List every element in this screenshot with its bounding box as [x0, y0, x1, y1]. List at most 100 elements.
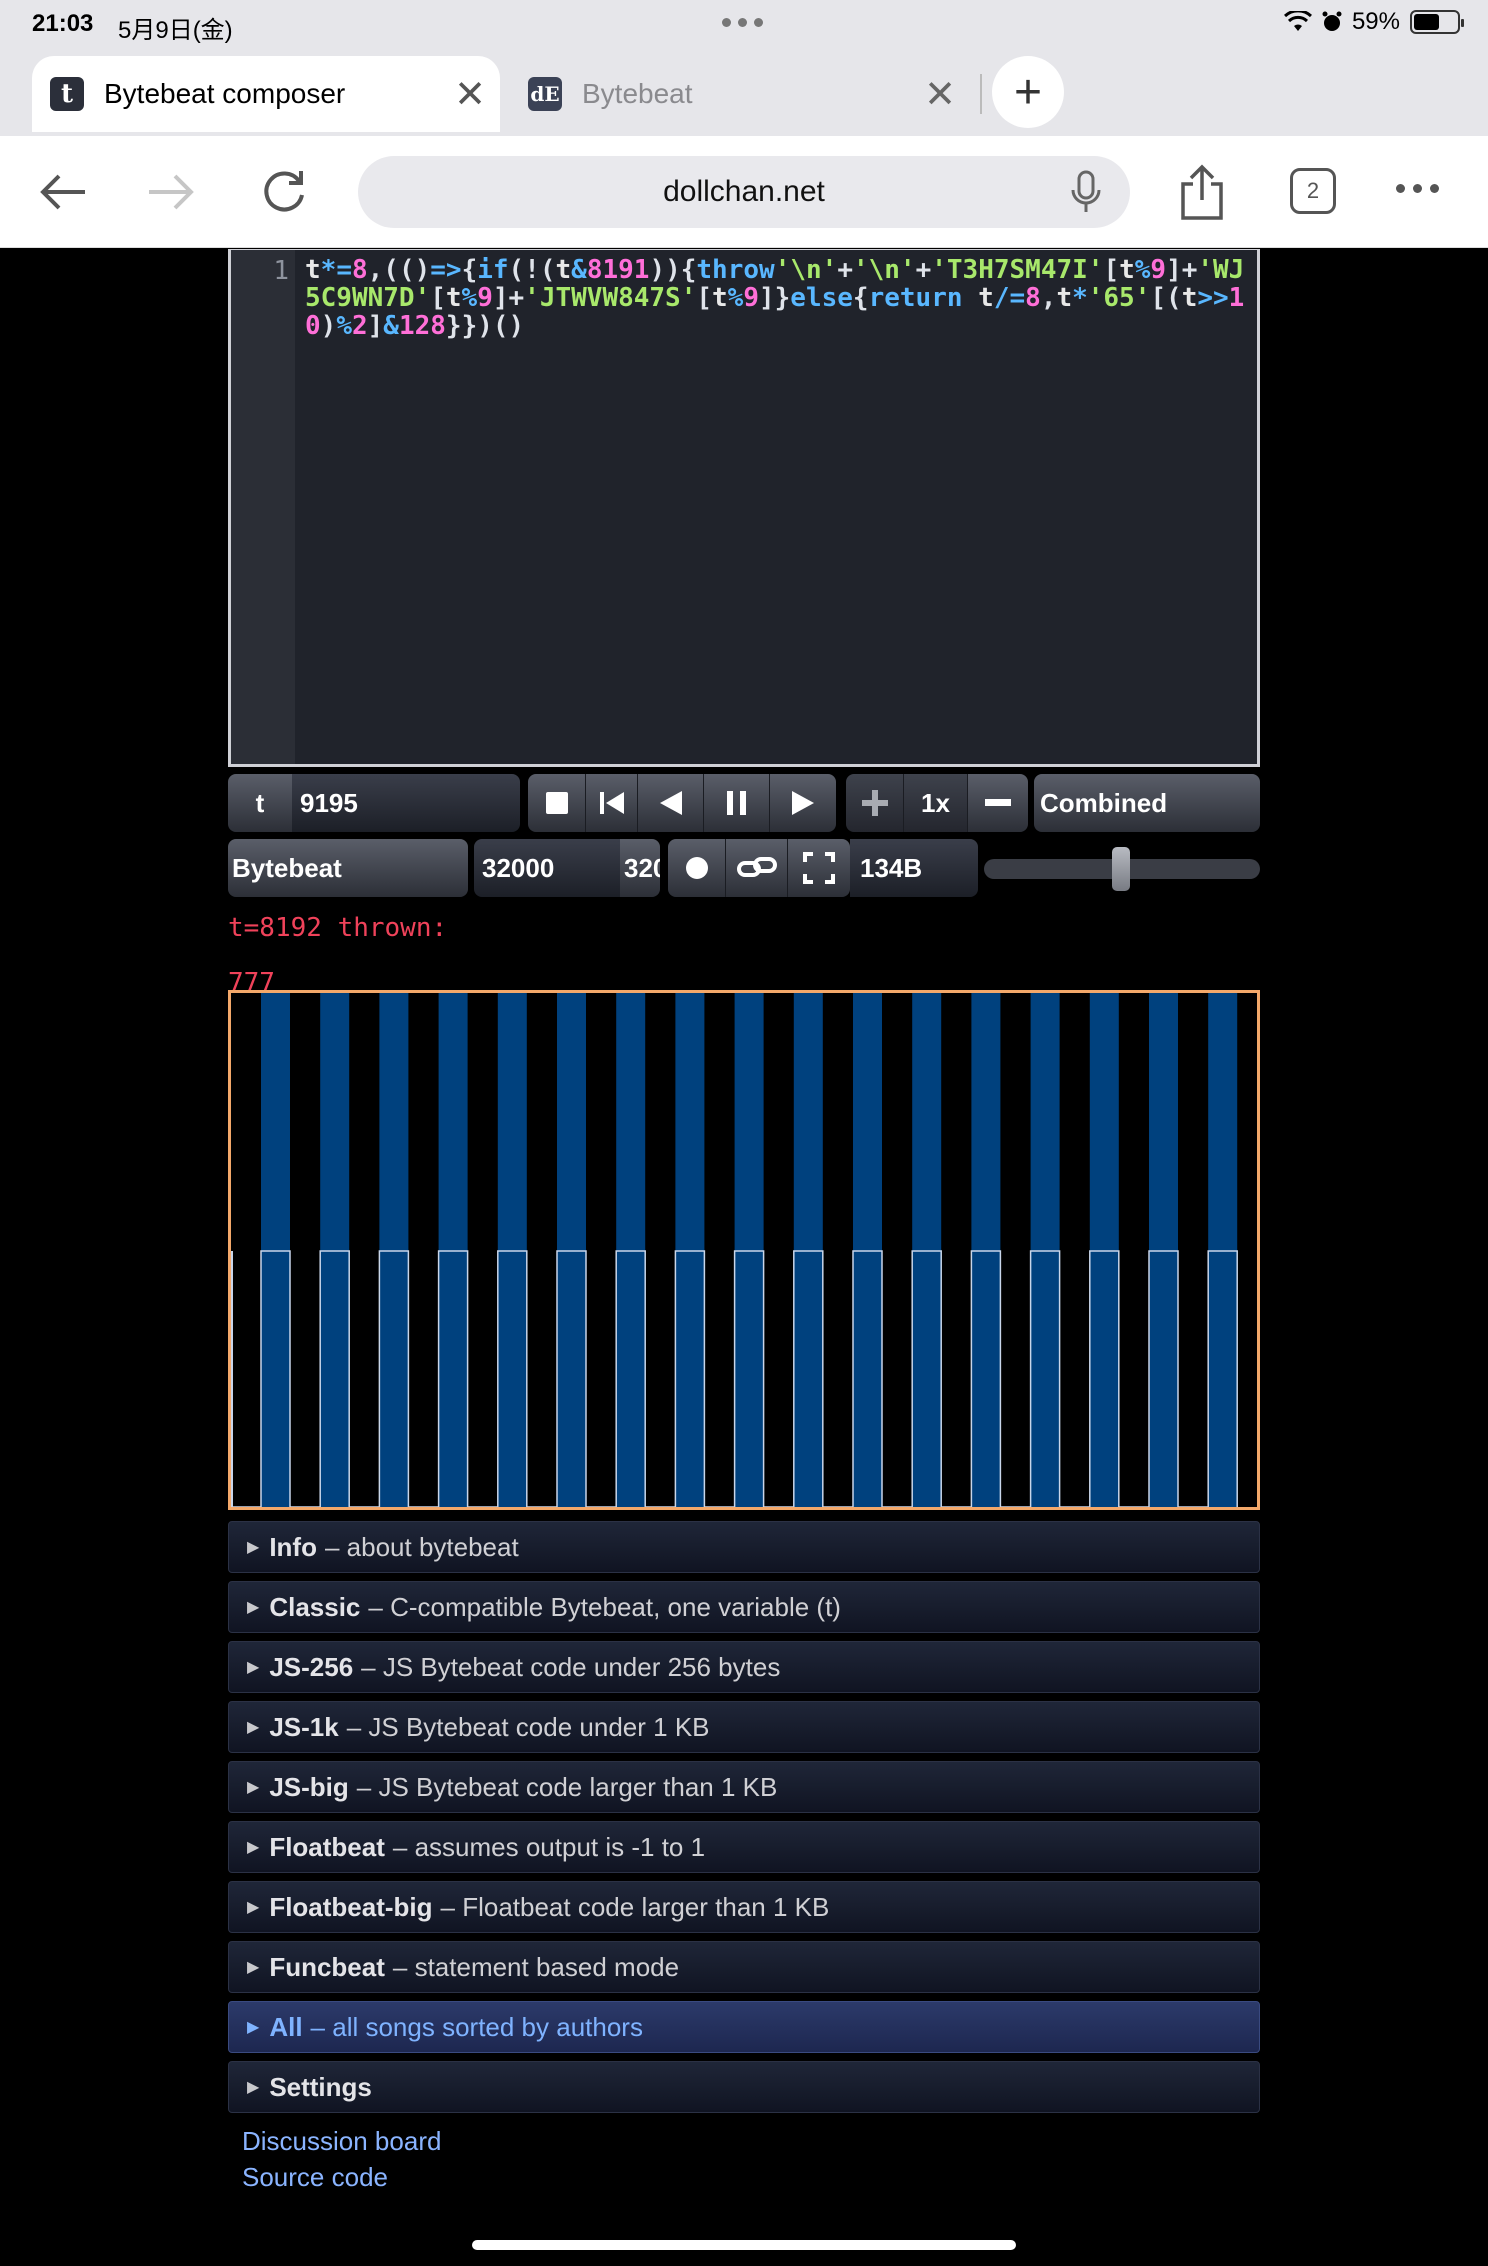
disclosure-triangle-icon: ▶: [247, 1719, 260, 1736]
waveform-graph: [231, 993, 1238, 1507]
microphone-icon[interactable]: [1066, 170, 1106, 214]
skip-back-icon: [599, 792, 624, 814]
display-mode-select[interactable]: Combined: [1034, 774, 1260, 832]
reload-button[interactable]: [254, 162, 314, 222]
play-icon: [792, 791, 814, 815]
section-funcbeat[interactable]: ▶ Funcbeat – statement based mode: [228, 1941, 1260, 1993]
fullscreen-button[interactable]: [788, 839, 850, 897]
waveform-column: [497, 993, 527, 1507]
battery-icon: [1410, 10, 1464, 34]
source-code-link[interactable]: Source code: [242, 2159, 441, 2195]
section-name: Classic: [269, 1591, 361, 1622]
waveform-column: [1208, 993, 1238, 1507]
play-backward-button[interactable]: [638, 774, 704, 832]
section-description: – about bytebeat: [324, 1531, 519, 1562]
section-floatbeat-big[interactable]: ▶ Floatbeat-big – Floatbeat code larger th…: [228, 1881, 1260, 1933]
waveform-column: [1089, 993, 1119, 1507]
section-js-256[interactable]: ▶ JS-256– JS Bytebeat code under 256 byte…: [228, 1641, 1260, 1693]
waveform-column: [734, 993, 764, 1507]
section-name: All: [269, 2011, 303, 2042]
time-input[interactable]: 9195: [292, 774, 520, 832]
code-text[interactable]: t*=8,(()=>{if(!(t&8191)){throw'\n'+'\n'+…: [305, 256, 1255, 340]
section-description: – Floatbeat code larger than 1 KB: [440, 1891, 830, 1922]
misc-controls: [668, 839, 850, 897]
status-time: 21:03: [32, 10, 94, 37]
section-name: Settings: [269, 2071, 372, 2102]
page-content: 1 t*=8,(()=>{if(!(t&8191)){throw'\n'+'\n…: [0, 249, 1488, 2266]
share-button[interactable]: [1172, 162, 1232, 222]
waveform-column: [438, 993, 468, 1507]
section-settings[interactable]: ▶ Settings: [228, 2061, 1260, 2113]
section-description: – C-compatible Bytebeat, one variable (t…: [368, 1591, 841, 1622]
favicon-icon: t: [50, 77, 84, 111]
close-icon[interactable]: ✕: [440, 72, 500, 117]
section-all[interactable]: ▶ All – all songs sorted by authors: [228, 2001, 1260, 2053]
waveform-column: [971, 993, 1001, 1507]
stop-icon: [545, 792, 568, 814]
tab-bar: t Bytebeat composer ✕ dE Bytebeat ✕ +: [0, 52, 1488, 136]
tab-title: Bytebeat: [582, 78, 693, 109]
copy-link-button[interactable]: [726, 839, 788, 897]
section-name: JS-1k: [269, 1711, 339, 1742]
reload-icon: [264, 171, 304, 212]
new-tab-button[interactable]: +: [992, 56, 1064, 128]
sample-rate-select[interactable]: 32000: [620, 839, 660, 897]
plus-icon: [861, 790, 888, 816]
volume-slider-thumb[interactable]: [1111, 847, 1130, 891]
close-icon[interactable]: ✕: [910, 72, 970, 117]
url-text: dollchan.net: [663, 175, 825, 208]
section-classic[interactable]: ▶ Classic – C-compatible Bytebeat, one var…: [228, 1581, 1260, 1633]
sample-rate-input[interactable]: 32000: [474, 839, 620, 897]
speed-value: 1x: [904, 774, 968, 832]
section-name: JS-big: [269, 1771, 349, 1802]
multitask-dots-icon[interactable]: [722, 18, 763, 27]
section-name: Info: [269, 1531, 317, 1562]
waveform-column: [912, 993, 942, 1507]
section-description: – JS Bytebeat code larger than 1 KB: [356, 1771, 778, 1802]
discussion-board-link[interactable]: Discussion board: [242, 2123, 441, 2159]
mode-type-select[interactable]: Bytebeat: [228, 839, 468, 897]
fullscreen-icon: [803, 852, 835, 884]
section-floatbeat[interactable]: ▶ Floatbeat – assumes output is -1 to 1: [228, 1821, 1260, 1873]
section-js-1k[interactable]: ▶ JS-1k – JS Bytebeat code under 1 KB: [228, 1701, 1260, 1753]
play-forward-button[interactable]: [770, 774, 836, 832]
section-name: JS-256: [269, 1651, 354, 1682]
address-bar[interactable]: dollchan.net: [358, 156, 1130, 228]
forward-button[interactable]: [142, 162, 202, 222]
link-icon: [736, 857, 777, 877]
section-description: – assumes output is -1 to 1: [392, 1831, 706, 1862]
waveform-column: [261, 993, 290, 1507]
speed-up-button[interactable]: [846, 774, 904, 832]
code-editor[interactable]: 1 t*=8,(()=>{if(!(t&8191)){throw'\n'+'\n…: [228, 249, 1260, 767]
volume-slider[interactable]: [984, 847, 1260, 891]
favicon-icon: dE: [528, 77, 562, 111]
disclosure-triangle-icon: ▶: [247, 1539, 260, 1556]
section-info[interactable]: ▶ Info – about bytebeat: [228, 1521, 1260, 1573]
pause-button[interactable]: [704, 774, 770, 832]
section-name: Funcbeat: [269, 1951, 385, 1982]
waveform-canvas[interactable]: [228, 990, 1260, 1510]
stop-button[interactable]: [528, 774, 586, 832]
share-icon: [1181, 164, 1223, 220]
disclosure-triangle-icon: ▶: [247, 2019, 260, 2036]
speed-down-button[interactable]: [968, 774, 1028, 832]
record-button[interactable]: [668, 839, 726, 897]
back-button[interactable]: [32, 162, 92, 222]
section-js-big[interactable]: ▶ JS-big – JS Bytebeat code larger than 1 …: [228, 1761, 1260, 1813]
more-menu-icon[interactable]: [1396, 184, 1439, 193]
record-icon: [685, 857, 708, 879]
wifi-icon: [1283, 11, 1312, 31]
playback-controls: [528, 774, 836, 832]
tabs-overview-button[interactable]: 2: [1290, 168, 1336, 214]
time-label: t: [228, 774, 292, 832]
tab-bytebeat[interactable]: dE Bytebeat ✕: [510, 56, 970, 132]
disclosure-triangle-icon: ▶: [247, 1839, 260, 1856]
section-description: – JS Bytebeat code under 1 KB: [346, 1711, 710, 1742]
restart-button[interactable]: [586, 774, 638, 832]
disclosure-triangle-icon: ▶: [247, 1659, 260, 1676]
alarm-icon: [1322, 11, 1342, 31]
tab-bytebeat-composer[interactable]: t Bytebeat composer ✕: [32, 56, 500, 132]
play-backward-icon: [659, 791, 682, 815]
home-indicator[interactable]: [472, 2240, 1016, 2250]
back-arrow-icon: [40, 174, 85, 210]
